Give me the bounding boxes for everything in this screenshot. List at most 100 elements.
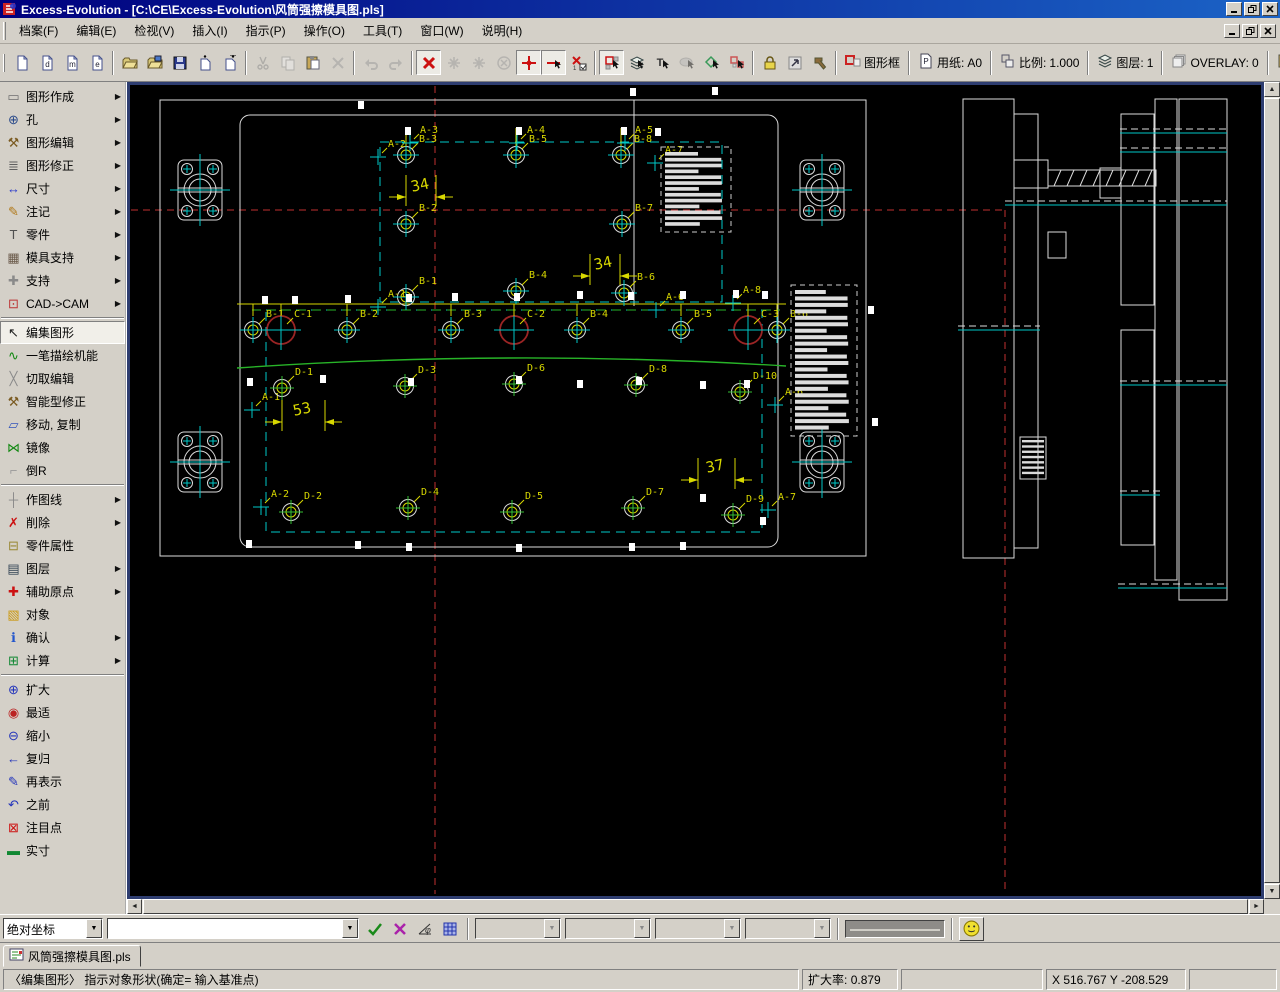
select-diamond-button[interactable]	[699, 50, 724, 75]
mdi-minimize-button[interactable]	[1224, 23, 1240, 38]
sidebar-item-dimension[interactable]: ↔ 尺寸 ▶	[0, 177, 125, 200]
angle-input-button[interactable]: φ	[413, 917, 436, 940]
select-layer-button[interactable]	[624, 50, 649, 75]
drawing-canvas[interactable]: B-3 B-5 B-8 B-2 B-7 B-1 B-4 B-6 A-2 A-3 A-4 A-5 A-7 A…	[127, 82, 1264, 899]
sidebar-item-shape-edit[interactable]: ⚒ 图形编辑 ▶	[0, 131, 125, 154]
menu-indicate[interactable]: 指示(P)	[237, 18, 295, 43]
menu-file[interactable]: 档案(F)	[10, 18, 67, 43]
menu-tools[interactable]: 工具(T)	[354, 18, 411, 43]
sidebar-item-fillet-r[interactable]: ⌐ 倒R	[0, 459, 125, 482]
menu-insert[interactable]: 插入(I)	[183, 18, 236, 43]
scale-indicator[interactable]: 比例: 1.000	[1000, 53, 1079, 72]
sidebar-item-part-attribute[interactable]: ⊟ 零件属性	[0, 534, 125, 557]
restore-button[interactable]	[1244, 2, 1260, 16]
import-button[interactable]	[192, 50, 217, 75]
menu-edit[interactable]: 编辑(E)	[67, 18, 125, 43]
layer-indicator[interactable]: 图层: 1	[1097, 53, 1153, 72]
confirm-button[interactable]	[363, 917, 386, 940]
mdi-restore-button[interactable]	[1242, 23, 1258, 38]
menu-view[interactable]: 检视(V)	[125, 18, 183, 43]
sidebar-item-fit[interactable]: ◉ 最适	[0, 701, 125, 724]
sidebar-item-object[interactable]: ▧ 对象	[0, 603, 125, 626]
sidebar-item-shape-create[interactable]: ▭ 图形作成 ▶	[0, 85, 125, 108]
coordinate-mode-select[interactable]: 绝对坐标 ▼	[3, 918, 103, 939]
document-tab[interactable]: 风筒强擦模具图.pls	[3, 945, 141, 967]
sidebar-item-freehand[interactable]: ∿ 一笔描绘机能	[0, 344, 125, 367]
horizontal-scroll-thumb[interactable]	[143, 899, 1248, 914]
mdi-close-button[interactable]	[1260, 23, 1276, 38]
sidebar-item-mirror[interactable]: ⋈ 镜像	[0, 436, 125, 459]
scroll-up-icon[interactable]: ▲	[1264, 82, 1280, 97]
sidebar-item-aux-origin[interactable]: ✚ 辅助原点 ▶	[0, 580, 125, 603]
export-button[interactable]	[217, 50, 242, 75]
sidebar-item-part[interactable]: T 零件 ▶	[0, 223, 125, 246]
minimize-button[interactable]	[1226, 2, 1242, 16]
title-bar[interactable]: Excess-Evolution - [C:\CE\Excess-Evoluti…	[0, 0, 1280, 18]
sidebar-item-erase[interactable]: ✗ 削除 ▶	[0, 511, 125, 534]
open-file-button[interactable]	[117, 50, 142, 75]
scroll-left-icon[interactable]: ◄	[127, 899, 142, 914]
edit-tool-button[interactable]	[807, 50, 832, 75]
save-button[interactable]	[167, 50, 192, 75]
scroll-down-icon[interactable]: ▼	[1264, 884, 1280, 899]
sidebar-item-hole[interactable]: ⊕ 孔 ▶	[0, 108, 125, 131]
sidebar-item-support[interactable]: ✚ 支持 ▶	[0, 269, 125, 292]
close-button[interactable]	[1262, 2, 1278, 16]
new-file-button[interactable]	[9, 50, 34, 75]
menu-window[interactable]: 窗口(W)	[411, 18, 472, 43]
sidebar-item-layer[interactable]: ▤ 图层 ▶	[0, 557, 125, 580]
menu-operate[interactable]: 操作(O)	[295, 18, 354, 43]
select-squares-button[interactable]	[724, 50, 749, 75]
sidebar-item-zoom-in[interactable]: ⊕ 扩大	[0, 678, 125, 701]
sidebar-item-previous-view[interactable]: ↶ 之前	[0, 793, 125, 816]
value-slider[interactable]	[845, 919, 945, 938]
menu-help[interactable]: 说明(H)	[473, 18, 532, 43]
sidebar-item-annotation[interactable]: ✎ 注记 ▶	[0, 200, 125, 223]
cancel-command-button[interactable]	[416, 50, 441, 75]
sidebar-item-confirm[interactable]: ℹ 确认 ▶	[0, 626, 125, 649]
frame-indicator[interactable]: 图形框	[845, 53, 900, 72]
window-select-button[interactable]	[782, 50, 807, 75]
sidebar-item-move-copy[interactable]: ▱ 移动, 复制	[0, 413, 125, 436]
sidebar-item-focus-point[interactable]: ⊠ 注目点	[0, 816, 125, 839]
grid-input-button[interactable]	[438, 917, 461, 940]
sidebar-item-shape-modify[interactable]: ≣ 图形修正 ▶	[0, 154, 125, 177]
sidebar-item-redraw[interactable]: ✎ 再表示	[0, 770, 125, 793]
pick-count-button[interactable]: 1	[566, 50, 591, 75]
select-rect-button[interactable]	[599, 50, 624, 75]
lock-button[interactable]	[757, 50, 782, 75]
coordinate-input[interactable]: ▼	[107, 918, 359, 939]
paste-button[interactable]	[300, 50, 325, 75]
cancel-button[interactable]	[388, 917, 411, 940]
toolbar-grip[interactable]	[3, 53, 5, 72]
vertical-scrollbar[interactable]: ▲ ▼	[1264, 82, 1280, 899]
smiley-button[interactable]	[959, 916, 984, 941]
chevron-down-icon[interactable]: ▼	[342, 919, 358, 938]
overlay-indicator[interactable]: OVERLAY: 0	[1171, 53, 1259, 72]
sidebar-item-cad-cam[interactable]: ⊡ CAD->CAM ▶	[0, 292, 125, 315]
coordinate-input-value[interactable]	[108, 919, 342, 938]
select-part-button[interactable]: T	[649, 50, 674, 75]
new-file-e-button[interactable]: e	[84, 50, 109, 75]
sidebar-item-trim-edit[interactable]: ╳ 切取编辑	[0, 367, 125, 390]
new-file-m-button[interactable]: m	[59, 50, 84, 75]
pick-line-button[interactable]	[541, 50, 566, 75]
toolbar-grip[interactable]	[3, 21, 6, 40]
chevron-down-icon[interactable]: ▼	[86, 919, 102, 938]
sidebar-item-actual-size[interactable]: ▬ 实寸	[0, 839, 125, 862]
vertical-scroll-thumb[interactable]	[1264, 98, 1280, 883]
paper-indicator[interactable]: P 用纸: A0	[918, 53, 982, 72]
sidebar-item-restore-view[interactable]: ← 复归	[0, 747, 125, 770]
sidebar-item-calculate[interactable]: ⊞ 计算 ▶	[0, 649, 125, 672]
crosshair-snap-button[interactable]	[516, 50, 541, 75]
horizontal-scrollbar[interactable]: ◄ ►	[127, 899, 1264, 914]
buffer-indicator[interactable]: 缓冲	[1277, 53, 1280, 72]
sidebar-item-zoom-out[interactable]: ⊖ 缩小	[0, 724, 125, 747]
sidebar-item-edit-shape[interactable]: ↖ 编集图形	[0, 321, 125, 344]
sidebar-item-smart-modify[interactable]: ⚒ 智能型修正	[0, 390, 125, 413]
new-file-d-button[interactable]: d	[34, 50, 59, 75]
sidebar-item-construction-line[interactable]: ┼ 作图线 ▶	[0, 488, 125, 511]
scroll-right-icon[interactable]: ►	[1249, 899, 1264, 914]
sidebar-item-mold-support[interactable]: ▦ 模具支持 ▶	[0, 246, 125, 269]
open-image-button[interactable]	[142, 50, 167, 75]
